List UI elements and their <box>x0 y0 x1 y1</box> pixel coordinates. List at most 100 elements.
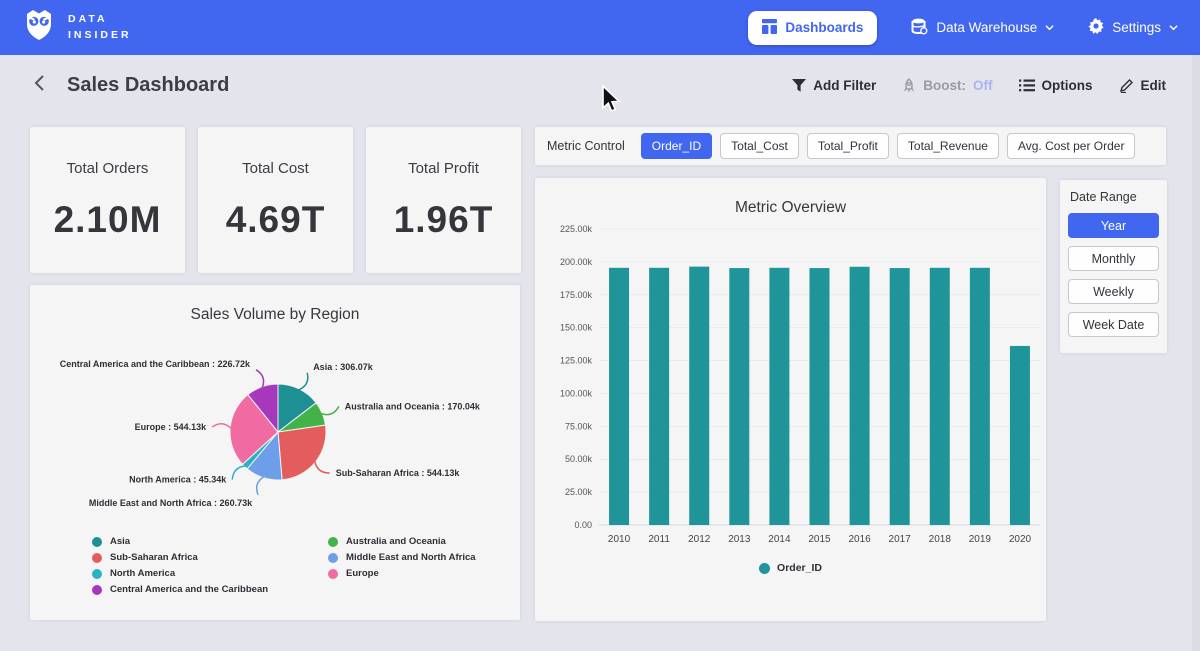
bar-2012[interactable] <box>689 267 709 525</box>
bar-chart-title: Metric Overview <box>535 178 1046 217</box>
legend-label-sub-saharan-africa: Sub-Saharan Africa <box>110 552 198 563</box>
pie-legend-item-europe[interactable]: Europe <box>328 568 476 579</box>
pie-legend-item-north-america[interactable]: North America <box>92 568 268 579</box>
pie-legend-item-australia-and-oceania[interactable]: Australia and Oceania <box>328 536 476 547</box>
x-tick-label: 2011 <box>648 534 670 545</box>
bar-2011[interactable] <box>649 268 669 525</box>
bar-2014[interactable] <box>769 268 789 525</box>
database-icon <box>911 18 928 38</box>
edit-button[interactable]: Edit <box>1119 78 1167 93</box>
brand-text: DATA INSIDER <box>68 12 132 44</box>
pie-chart: Asia : 306.07kAustralia and Oceania : 17… <box>30 330 520 528</box>
y-tick-label: 150.00k <box>560 323 593 333</box>
boost-toggle[interactable]: Boost: Off <box>902 78 992 93</box>
x-tick-label: 2012 <box>688 534 711 545</box>
top-navbar: DATA INSIDER Dashboards <box>0 0 1200 55</box>
bar-chart-legend[interactable]: Order_ID <box>535 562 1046 574</box>
y-tick-label: 75.00k <box>565 421 593 431</box>
legend-dot-middle-east-and-north-africa <box>328 553 338 563</box>
metric-chip-avg-cost-per-order[interactable]: Avg. Cost per Order <box>1007 133 1136 159</box>
bar-2019[interactable] <box>970 268 990 525</box>
pie-label-europe: Europe : 544.13k <box>135 422 208 432</box>
legend-dot-europe <box>328 569 338 579</box>
y-tick-label: 125.00k <box>560 356 593 366</box>
pie-label-line <box>257 477 264 495</box>
y-tick-label: 175.00k <box>560 290 593 300</box>
owl-logo-icon <box>22 7 56 48</box>
bar-2018[interactable] <box>930 268 950 525</box>
bar-2016[interactable] <box>850 267 870 525</box>
pencil-icon <box>1119 78 1134 93</box>
x-tick-label: 2015 <box>808 534 831 545</box>
nav-dashboards-button[interactable]: Dashboards <box>748 11 877 45</box>
metric-overview-card: Metric Overview 0.0025.00k50.00k75.00k10… <box>535 178 1046 621</box>
scrollbar-track[interactable] <box>1192 55 1200 651</box>
legend-label-europe: Europe <box>346 568 379 579</box>
nav-settings[interactable]: Settings <box>1088 18 1178 37</box>
x-tick-label: 2016 <box>848 534 871 545</box>
x-tick-label: 2019 <box>969 534 992 545</box>
back-button[interactable] <box>34 74 45 97</box>
metric-chip-total-profit[interactable]: Total_Profit <box>807 133 889 159</box>
metric-chips: Order_ID Total_Cost Total_Profit Total_Reve… <box>641 133 1136 159</box>
metric-chip-total-revenue[interactable]: Total_Revenue <box>897 133 999 159</box>
metric-chip-order-id[interactable]: Order_ID <box>641 133 712 159</box>
pie-legend-item-asia[interactable]: Asia <box>92 536 268 547</box>
kpi-card-total-cost: Total Cost 4.69T <box>198 127 353 273</box>
add-filter-button[interactable]: Add Filter <box>792 78 876 93</box>
chevron-down-icon <box>1045 23 1054 32</box>
kpi-value: 1.96T <box>394 199 494 241</box>
pie-label-central-america-and-the-caribbean: Central America and the Caribbean : 226.… <box>60 359 251 369</box>
date-range-options: Year Monthly Weekly Week Date <box>1068 213 1159 337</box>
legend-label-australia-and-oceania: Australia and Oceania <box>346 536 446 547</box>
rocket-icon <box>902 78 916 93</box>
date-range-weekly[interactable]: Weekly <box>1068 279 1159 304</box>
kpi-card-total-orders: Total Orders2.10M <box>30 127 185 273</box>
kpi-value: 4.69T <box>226 199 326 241</box>
x-tick-label: 2020 <box>1009 534 1032 545</box>
brand[interactable]: DATA INSIDER <box>22 7 132 48</box>
legend-label-asia: Asia <box>110 536 130 547</box>
bar-2010[interactable] <box>609 268 629 525</box>
pie-chart-title: Sales Volume by Region <box>30 285 520 324</box>
metric-control-label: Metric Control <box>547 139 625 153</box>
page-header: Sales Dashboard Add Filter Boost: Off Op… <box>0 55 1200 115</box>
legend-label-central-america-and-the-caribbean: Central America and the Caribbean <box>110 584 268 595</box>
sales-volume-card: Sales Volume by Region Asia : 306.07kAus… <box>30 285 520 620</box>
date-range-card: Date Range Year Monthly Weekly Week Date <box>1060 180 1167 353</box>
legend-dot-sub-saharan-africa <box>92 553 102 563</box>
y-tick-label: 0.00 <box>574 520 592 530</box>
date-range-week-date[interactable]: Week Date <box>1068 312 1159 337</box>
bar-2017[interactable] <box>890 268 910 525</box>
metric-control-bar: Metric Control Order_ID Total_Cost Total_P… <box>535 127 1166 165</box>
bar-2015[interactable] <box>810 268 830 525</box>
bar-2013[interactable] <box>729 268 749 525</box>
legend-dot-central-america-and-the-caribbean <box>92 585 102 595</box>
nav-data-warehouse[interactable]: Data Warehouse <box>911 18 1054 38</box>
date-range-monthly[interactable]: Monthly <box>1068 246 1159 271</box>
pie-label-middle-east-and-north-africa: Middle East and North Africa : 260.73k <box>89 498 253 508</box>
funnel-icon <box>792 79 806 92</box>
pie-legend-item-central-america-and-the-caribbean[interactable]: Central America and the Caribbean <box>92 584 268 595</box>
nav-data-warehouse-label: Data Warehouse <box>936 20 1037 35</box>
y-tick-label: 50.00k <box>565 454 593 464</box>
pie-legend-item-sub-saharan-africa[interactable]: Sub-Saharan Africa <box>92 552 268 563</box>
pie-label-asia: Asia : 306.07k <box>313 362 374 372</box>
pie-slice-sub-saharan-africa[interactable] <box>278 425 326 480</box>
metric-chip-total-cost[interactable]: Total_Cost <box>720 133 799 159</box>
date-range-year[interactable]: Year <box>1068 213 1159 238</box>
options-button[interactable]: Options <box>1019 78 1093 93</box>
date-range-label: Date Range <box>1070 190 1159 204</box>
pie-label-line <box>299 373 308 390</box>
pie-legend-item-middle-east-and-north-africa[interactable]: Middle East and North Africa <box>328 552 476 563</box>
kpi-label: Total Profit <box>408 160 479 177</box>
bar-chart: 0.0025.00k50.00k75.00k100.00k125.00k150.… <box>535 219 1046 559</box>
legend-dot-australia-and-oceania <box>328 537 338 547</box>
legend-dot-asia <box>92 537 102 547</box>
page-title: Sales Dashboard <box>67 74 229 97</box>
y-tick-label: 200.00k <box>560 257 593 267</box>
kpi-label: Total Cost <box>242 160 309 177</box>
bar-2020[interactable] <box>1010 346 1030 525</box>
nav-dashboards-label: Dashboards <box>785 20 863 35</box>
x-tick-label: 2018 <box>929 534 952 545</box>
